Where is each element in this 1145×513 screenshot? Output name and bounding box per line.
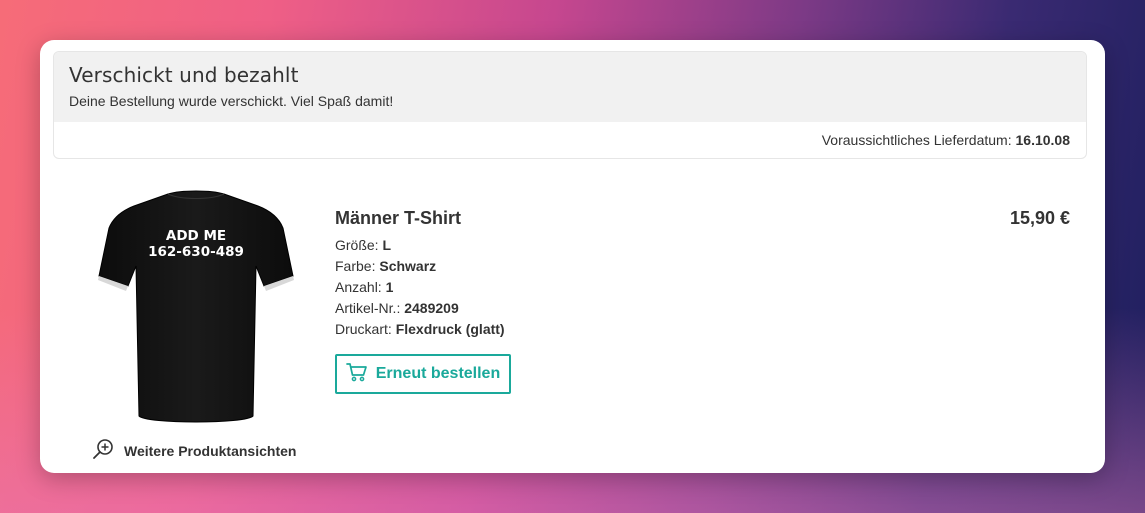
product-image[interactable]: ADD ME 162-630-489 [96, 188, 296, 428]
reorder-label: Erneut bestellen [375, 365, 501, 382]
attribute-article-number: Artikel-Nr.: 2489209 [335, 298, 511, 319]
attribute-print-type: Druckart: Flexdruck (glatt) [335, 319, 511, 340]
status-title: Verschickt und bezahlt [69, 63, 299, 87]
attribute-value: Flexdruck (glatt) [395, 321, 505, 337]
delivery-date-row: Voraussichtliches Lieferdatum: 16.10.08 [822, 132, 1070, 148]
attribute-size: Größe: L [335, 235, 511, 256]
reorder-button[interactable]: Erneut bestellen [335, 354, 511, 394]
more-views-label: Weitere Produktansichten [124, 442, 297, 459]
attribute-label: Druckart: [335, 321, 392, 337]
order-status-box: Verschickt und bezahlt Deine Bestellung … [53, 51, 1087, 159]
status-subtitle: Deine Bestellung wurde verschickt. Viel … [69, 93, 394, 109]
tshirt-print-text: ADD ME 162-630-489 [96, 228, 296, 260]
product-price: 15,90 € [1009, 208, 1070, 228]
tshirt-image [98, 190, 294, 423]
attribute-label: Farbe: [335, 258, 376, 274]
attribute-label: Anzahl: [335, 279, 382, 295]
attribute-value: Schwarz [379, 258, 437, 274]
delivery-date: 16.10.08 [1015, 132, 1071, 148]
status-header: Verschickt und bezahlt Deine Bestellung … [54, 52, 1086, 122]
attribute-value: L [382, 237, 392, 253]
zoom-in-icon [92, 438, 124, 463]
attribute-label: Größe: [335, 237, 379, 253]
attribute-value: 2489209 [404, 300, 459, 316]
attribute-color: Farbe: Schwarz [335, 256, 511, 277]
cart-icon [345, 362, 376, 387]
attribute-label: Artikel-Nr.: [335, 300, 401, 316]
order-card: Verschickt und bezahlt Deine Bestellung … [40, 40, 1105, 473]
more-product-views-link[interactable]: Weitere Produktansichten [92, 438, 296, 463]
product-details: Männer T-Shirt Größe: L Farbe: Schwarz A… [335, 208, 511, 394]
attribute-value: 1 [385, 279, 394, 295]
product-name: Männer T-Shirt [335, 208, 462, 228]
delivery-label: Voraussichtliches Lieferdatum: [821, 132, 1012, 148]
print-line-2: 162-630-489 [148, 244, 244, 260]
attribute-quantity: Anzahl: 1 [335, 277, 511, 298]
print-line-1: ADD ME [165, 228, 227, 244]
